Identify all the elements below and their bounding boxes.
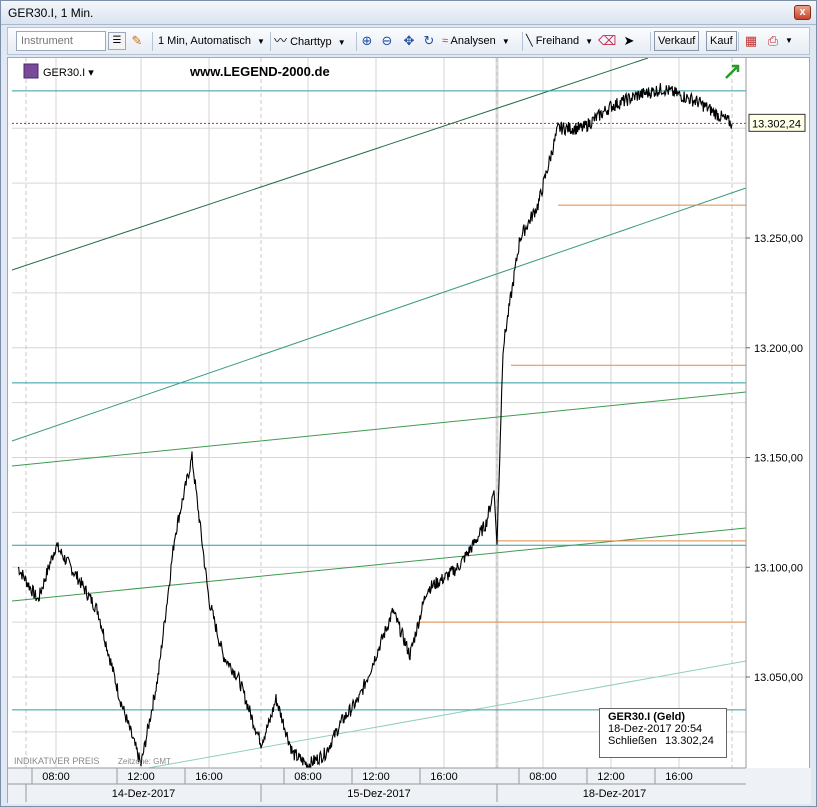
chart-window: GER30.I, 1 Min. x ☰ ✎ 1 Min, Automatisch… [0, 0, 817, 807]
indicative-price-note: INDIKATIVER PREIS [14, 756, 99, 766]
analysen-label: Analysen [450, 35, 496, 47]
cfd-icon [23, 63, 39, 79]
toolbar-separator [270, 32, 271, 51]
time-tick-label: 16:00 [195, 771, 223, 783]
charttyp-label: Charttyp [290, 36, 332, 48]
price-tick-label: 13.050,00 [754, 672, 803, 684]
current-price-label: 13.302,24 [752, 118, 801, 130]
price-tick-label: 13.250,00 [754, 233, 803, 245]
price-chart[interactable]: 13.250,00 13.200,00 13.150,00 13.100,00 13.0… [8, 58, 811, 804]
symbol-label: GER30.I ▾ [43, 67, 94, 79]
freihand-label: Freihand [535, 35, 580, 47]
refresh-icon[interactable]: ↻ [420, 32, 438, 50]
window-title: GER30.I, 1 Min. [8, 6, 94, 20]
toolbar-separator [650, 32, 651, 51]
price-tick-label: 13.100,00 [754, 562, 803, 574]
draw-line-icon: ╲ [526, 35, 533, 47]
eraser-icon[interactable]: ⌫ [598, 32, 616, 50]
verkauf-button[interactable]: Verkauf [654, 31, 700, 51]
line-chart-icon: 〰 [274, 33, 288, 48]
chevron-down-icon: ▼ [501, 37, 510, 46]
time-tick-label: 12:00 [127, 771, 155, 783]
chevron-down-icon: ▼ [257, 37, 265, 46]
time-tick-label: 16:00 [430, 771, 458, 783]
chevron-down-icon: ▼ [337, 38, 346, 47]
toolbar-separator [152, 32, 153, 51]
price-tick-label: 13.150,00 [754, 453, 803, 465]
fit-icon[interactable]: ✥ [400, 32, 418, 50]
info-title: GER30.I (Geld) [608, 711, 686, 723]
watermark-text: www.LEGEND-2000.de [189, 64, 330, 79]
time-tick-label: 12:00 [362, 771, 390, 783]
time-tick-label: 16:00 [665, 771, 693, 783]
chart-settings-icon[interactable]: ▦ [742, 32, 760, 50]
charttyp-dropdown[interactable]: 〰 Charttyp ▼ [274, 31, 346, 51]
trend-line-bottom-green [11, 527, 747, 602]
instrument-list-icon[interactable]: ☰ [108, 32, 126, 50]
toolbar-separator [522, 32, 523, 51]
chevron-down-icon[interactable]: ▼ [785, 31, 793, 51]
interval-dropdown[interactable]: 1 Min, Automatisch ▼ [158, 31, 265, 51]
info-box: GER30.I (Geld) 18-Dez-2017 20:54 Schließ… [599, 708, 727, 758]
analysen-dropdown[interactable]: ≈ Analysen ▼ [442, 31, 510, 51]
title-bar: GER30.I, 1 Min. x [1, 1, 816, 25]
toolbar-separator [738, 32, 739, 51]
time-tick-label: 08:00 [529, 771, 557, 783]
date-label: 15-Dez-2017 [347, 788, 411, 800]
analysis-icon: ≈ [442, 35, 449, 47]
kauf-button[interactable]: Kauf [706, 31, 737, 51]
time-tick-label: 08:00 [294, 771, 322, 783]
interval-label: 1 Min, [158, 35, 188, 47]
compare-icon[interactable]: ✎ [128, 32, 146, 50]
time-tick-label: 12:00 [597, 771, 625, 783]
pointer-icon[interactable]: ➤ [620, 32, 638, 50]
chevron-down-icon: ▼ [585, 37, 594, 46]
zoom-in-icon[interactable]: ⊕ [358, 32, 376, 50]
price-line [17, 83, 733, 770]
instrument-input[interactable] [16, 31, 106, 51]
zoom-out-icon[interactable]: ⊖ [378, 32, 396, 50]
scale-label: Automatisch [190, 35, 251, 47]
info-close-label: Schließen [608, 735, 657, 747]
print-icon[interactable]: ⎙ [764, 32, 782, 50]
timezone-note: Zeitzone: GMT [118, 757, 171, 766]
toolbar: ☰ ✎ 1 Min, Automatisch ▼ 〰 Charttyp ▼ ⊕ … [7, 27, 810, 55]
chart-area[interactable]: 13.250,00 13.200,00 13.150,00 13.100,00 13.0… [7, 57, 811, 804]
date-label: 18-Dez-2017 [583, 788, 647, 800]
time-tick-label: 08:00 [42, 771, 70, 783]
price-tick-label: 13.200,00 [754, 343, 803, 355]
toolbar-separator [356, 32, 357, 51]
close-button[interactable]: x [794, 5, 811, 20]
info-datetime: 18-Dez-2017 20:54 [608, 723, 703, 735]
info-close-value: 13.302,24 [664, 735, 714, 747]
freihand-dropdown[interactable]: ╲ Freihand ▼ [526, 31, 593, 51]
date-label: 14-Dez-2017 [112, 788, 176, 800]
